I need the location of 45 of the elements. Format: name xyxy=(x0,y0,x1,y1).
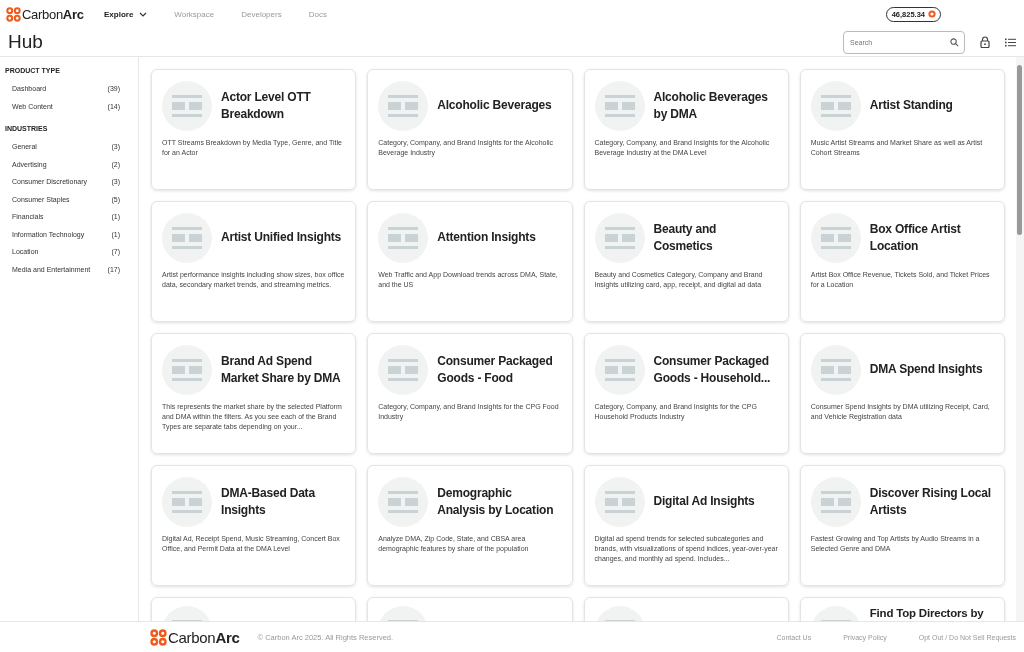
page-title: Hub xyxy=(8,31,43,53)
logo-wordmark[interactable]: CarbonArc xyxy=(22,6,84,22)
card-title: Attention Insights xyxy=(437,229,536,247)
card-title: Brand Ad Spend Market Share by DMA xyxy=(221,352,342,387)
card-title: DMA-Based Data Insights xyxy=(221,484,317,519)
thumbnail-image xyxy=(162,213,212,263)
card-title: Discover Rising Local Artists xyxy=(869,484,992,519)
thumbnail-image xyxy=(162,477,212,527)
thumbnail-image xyxy=(378,477,429,527)
card-title: Actor Level OTT Breakdown xyxy=(221,88,312,123)
coin-icon xyxy=(928,10,936,18)
card-title: DMA Spend Insights xyxy=(869,361,983,379)
product-card[interactable]: Find Top Directors by xyxy=(799,597,1005,621)
thumbnail-image xyxy=(594,345,645,395)
thumbnail-image xyxy=(810,345,861,395)
thumbnail-image xyxy=(810,477,861,527)
thumbnail-image xyxy=(162,81,212,131)
nav-link[interactable]: Explore xyxy=(104,9,148,19)
card-title: Artist Unified Insights xyxy=(221,229,342,247)
thumbnail-image xyxy=(594,213,645,263)
card-title: Beauty and Cosmetics xyxy=(653,220,718,255)
card-title: Consumer Packaged Goods - Household... xyxy=(653,352,772,387)
thumbnail-image xyxy=(378,81,429,131)
card-title: Consumer Packaged Goods - Food xyxy=(437,352,554,387)
logo-icon xyxy=(150,628,167,646)
thumbnail-image xyxy=(162,345,212,395)
card-title: Find Top Directors by xyxy=(869,606,984,620)
card-title: Artist Standing xyxy=(869,97,953,115)
thumbnail-image xyxy=(810,213,861,263)
card-title: Alcoholic Beverages by DMA xyxy=(653,88,769,123)
thumbnail-image xyxy=(810,81,861,131)
thumbnail-image xyxy=(378,345,429,395)
thumbnail-image xyxy=(594,81,645,131)
list-icon[interactable] xyxy=(1005,37,1016,47)
card-title: Demographic Analysis by Location xyxy=(437,484,555,519)
thumbnail-image xyxy=(378,213,429,263)
card-title: Box Office Artist Location xyxy=(869,220,962,255)
search-icon xyxy=(950,37,959,47)
logo-icon xyxy=(6,6,21,22)
lock-icon[interactable] xyxy=(980,36,990,48)
scrollbar[interactable] xyxy=(1016,57,1024,621)
card-title: Digital Ad Insights xyxy=(653,493,755,511)
card-title: Alcoholic Beverages xyxy=(437,97,552,115)
thumbnail-image xyxy=(594,477,645,527)
logo-wordmark[interactable]: CarbonArc xyxy=(168,628,240,646)
